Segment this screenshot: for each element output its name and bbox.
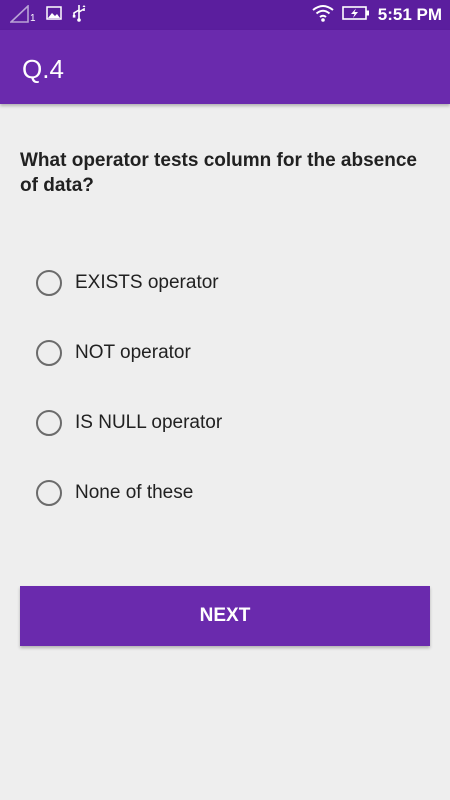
wifi-icon — [312, 4, 334, 27]
option-exists[interactable]: EXISTS operator — [36, 248, 426, 318]
radio-button[interactable] — [36, 340, 62, 366]
usb-icon — [72, 4, 86, 27]
question-text: What operator tests column for the absen… — [20, 150, 417, 196]
next-button[interactable]: NEXT — [20, 586, 430, 646]
status-time: 5:51 PM — [377, 5, 442, 24]
option-label: NOT operator — [75, 342, 191, 363]
status-right-icons: 5:51 PM — [312, 4, 442, 26]
option-label: EXISTS operator — [75, 272, 219, 293]
app-bar: Q.4 — [0, 30, 450, 104]
answer-options: EXISTS operator NOT operator IS NULL ope… — [36, 248, 426, 528]
image-icon — [46, 5, 62, 25]
option-is-null[interactable]: IS NULL operator — [36, 388, 426, 458]
option-label: None of these — [75, 482, 194, 503]
status-bar: 1 5:51 PM — [0, 0, 450, 30]
status-left-icons: 1 — [8, 4, 86, 27]
radio-button[interactable] — [36, 270, 62, 296]
option-none[interactable]: None of these — [36, 458, 426, 528]
battery-charging-icon — [341, 5, 370, 26]
option-not[interactable]: NOT operator — [36, 318, 426, 388]
radio-button[interactable] — [36, 480, 62, 506]
signal-icon: 1 — [8, 4, 36, 25]
page-title: Q.4 — [22, 54, 64, 84]
option-label: IS NULL operator — [75, 412, 223, 433]
signal-sim-number: 1 — [30, 13, 36, 24]
radio-button[interactable] — [36, 410, 62, 436]
